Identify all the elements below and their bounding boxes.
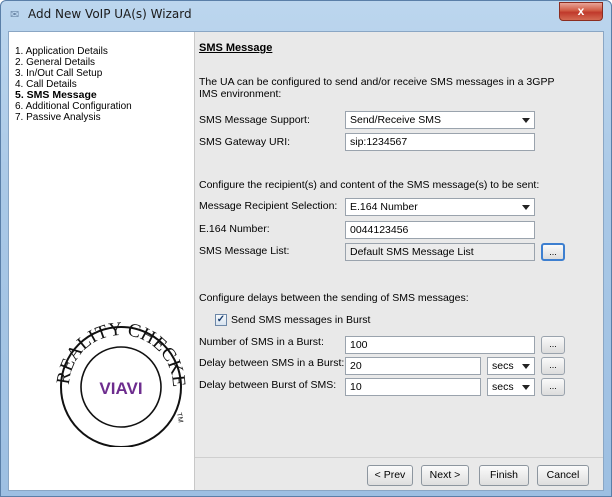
delay-burst-unit-value: secs <box>492 381 514 393</box>
gateway-uri-input[interactable]: sip:1234567 <box>345 133 535 151</box>
wizard-window: ✉ Add New VoIP UA(s) Wizard x 1. Applica… <box>0 0 612 497</box>
section-title: SMS Message <box>199 42 273 54</box>
delay-burst-browse-button[interactable]: ... <box>541 378 565 396</box>
delay-sms-browse-button[interactable]: ... <box>541 357 565 375</box>
delay-burst-unit-select[interactable]: secs <box>487 378 535 396</box>
message-list-label: SMS Message List: <box>199 245 290 257</box>
close-button[interactable]: x <box>559 2 603 21</box>
wizard-step-item[interactable]: 1. Application Details <box>15 46 132 57</box>
recipient-intro: Configure the recipient(s) and content o… <box>199 179 540 191</box>
sms-support-value: Send/Receive SMS <box>350 114 442 126</box>
wizard-step-item[interactable]: 5. SMS Message <box>15 90 132 101</box>
cancel-button[interactable]: Cancel <box>537 465 589 486</box>
intro-line-2: IMS environment: <box>199 88 282 100</box>
checkmark-icon: ✓ <box>216 314 226 325</box>
message-list-browse-button[interactable]: ... <box>541 243 565 261</box>
delay-sms-input[interactable]: 20 <box>345 357 481 375</box>
wizard-step-item[interactable]: 7. Passive Analysis <box>15 112 132 123</box>
wizard-steps-panel: 1. Application Details 2. General Details… <box>9 32 195 490</box>
burst-checkbox[interactable]: ✓ <box>215 314 227 326</box>
sms-support-select[interactable]: Send/Receive SMS <box>345 111 535 129</box>
trademark-text: TM <box>175 412 184 423</box>
reality-checked-logo: REALITY CHECKED VIAVI TM <box>42 301 199 448</box>
wizard-footer: < Prev Next > Finish Cancel <box>195 457 603 490</box>
recipient-selection-label: Message Recipient Selection: <box>199 200 338 212</box>
num-burst-label: Number of SMS in a Burst: <box>199 336 324 348</box>
title-bar[interactable]: ✉ Add New VoIP UA(s) Wizard x <box>1 1 611 29</box>
chevron-down-icon <box>522 385 530 390</box>
wizard-step-item[interactable]: 3. In/Out Call Setup <box>15 68 132 79</box>
chevron-down-icon <box>522 364 530 369</box>
message-list-field: Default SMS Message List <box>345 243 535 261</box>
burst-checkbox-label[interactable]: Send SMS messages in Burst <box>231 314 370 326</box>
prev-button[interactable]: < Prev <box>367 465 413 486</box>
intro-line-1: The UA can be configured to send and/or … <box>199 76 555 88</box>
reality-checked-seal-icon: REALITY CHECKED VIAVI TM <box>42 301 189 448</box>
sms-support-label: SMS Message Support: <box>199 114 310 126</box>
sms-message-panel: SMS Message The UA can be configured to … <box>195 32 603 457</box>
wizard-steps-list: 1. Application Details 2. General Details… <box>15 46 132 123</box>
delay-intro: Configure delays between the sending of … <box>199 292 469 304</box>
wizard-step-item[interactable]: 6. Additional Configuration <box>15 101 132 112</box>
e164-input[interactable]: 0044123456 <box>345 221 535 239</box>
logo-arc-text: REALITY CHECKED <box>49 317 189 388</box>
e164-label: E.164 Number: <box>199 223 270 235</box>
wizard-client: 1. Application Details 2. General Details… <box>8 31 604 491</box>
recipient-selection-value: E.164 Number <box>350 201 418 213</box>
chevron-down-icon <box>522 118 530 123</box>
gateway-uri-label: SMS Gateway URI: <box>199 136 291 148</box>
intro-text: The UA can be configured to send and/or … <box>199 76 554 100</box>
viavi-brand-text: VIAVI <box>99 379 142 398</box>
wizard-step-item[interactable]: 2. General Details <box>15 57 132 68</box>
next-button[interactable]: Next > <box>421 465 469 486</box>
recipient-selection-select[interactable]: E.164 Number <box>345 198 535 216</box>
delay-burst-input[interactable]: 10 <box>345 378 481 396</box>
delay-sms-unit-select[interactable]: secs <box>487 357 535 375</box>
num-burst-input[interactable]: 100 <box>345 336 535 354</box>
delay-sms-unit-value: secs <box>492 360 514 372</box>
window-title: Add New VoIP UA(s) Wizard <box>28 7 192 21</box>
app-icon: ✉ <box>10 9 20 21</box>
delay-sms-label: Delay between SMS in a Burst: <box>199 357 345 369</box>
num-burst-browse-button[interactable]: ... <box>541 336 565 354</box>
delay-burst-label: Delay between Burst of SMS: <box>199 379 337 391</box>
chevron-down-icon <box>522 205 530 210</box>
finish-button[interactable]: Finish <box>479 465 529 486</box>
